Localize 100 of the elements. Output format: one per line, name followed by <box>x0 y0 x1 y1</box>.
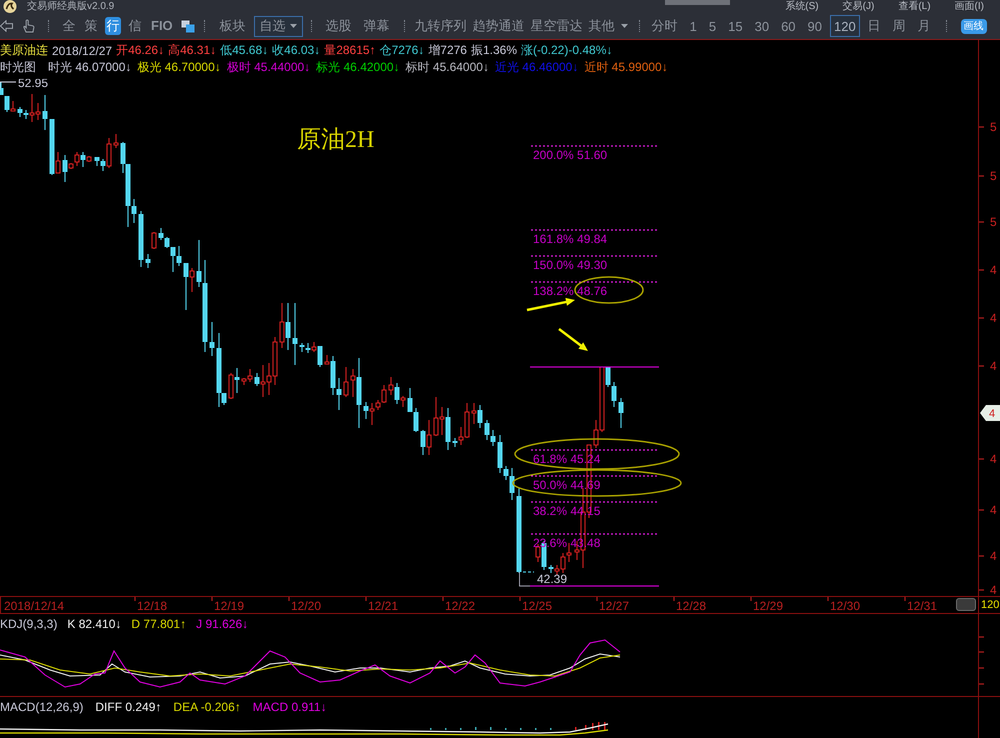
price-axis-label: 4 <box>990 583 997 596</box>
indicator-value: DIFF 0.249↑ <box>95 700 162 714</box>
period-tab[interactable]: 30 <box>750 15 774 37</box>
study-button[interactable]: 九转序列 <box>412 16 470 36</box>
date-axis-label: 12/21 <box>368 599 398 613</box>
date-axis-label: 12/30 <box>830 599 860 613</box>
scroll-thumb[interactable] <box>956 598 976 611</box>
indicator-value: DEA -0.206↑ <box>173 700 241 714</box>
view-tab[interactable]: 策 <box>83 17 99 35</box>
list-dropdown[interactable]: 自选 <box>254 16 303 36</box>
leader-line <box>0 82 16 90</box>
quote-value: 开46.26↓ <box>116 42 164 59</box>
study-value: 近光 46.46000↓ <box>494 59 578 76</box>
study-dropdown[interactable]: 其他 <box>586 16 631 36</box>
date-axis-label: 12/31 <box>907 599 938 613</box>
price-axis-label: 4 <box>990 263 997 277</box>
study-title: 时光图 <box>0 59 36 76</box>
axis-tick <box>750 597 752 602</box>
quote-value: 低45.68↓ <box>220 42 268 59</box>
view-tab[interactable]: 全 <box>61 17 77 35</box>
candlestick <box>114 134 118 148</box>
study-value: 标光 46.42000↓ <box>316 59 400 76</box>
quote-value: 仓7276↓ <box>380 42 424 59</box>
study-button[interactable]: 星空雷达 <box>528 16 586 36</box>
candlestick <box>152 232 156 250</box>
axis-tick <box>134 597 136 602</box>
price-axis-label: 5 <box>990 169 997 183</box>
period-tab[interactable]: 120 <box>830 15 860 37</box>
study-value: 近时 45.99000↓ <box>584 59 668 76</box>
menu-item[interactable]: 查看(L) <box>898 0 931 12</box>
view-tab[interactable]: FIO <box>149 17 175 35</box>
date-axis-label: 12/29 <box>753 599 784 613</box>
date-axis-label: 12/19 <box>214 599 244 613</box>
price-axis-label: 5 <box>990 120 997 134</box>
menu-item[interactable]: 交易(J) <box>842 0 874 12</box>
date-axis-label: 12/20 <box>291 599 322 613</box>
quote-value: 增7276 <box>428 42 467 59</box>
candlestick <box>618 398 624 428</box>
symbol-name: 美原油连 <box>0 42 48 59</box>
ellipse-annotation <box>574 276 644 304</box>
list-button[interactable]: 板块 <box>214 16 252 36</box>
view-tab[interactable]: 信 <box>127 17 143 35</box>
quote-value: 收46.03↓ <box>272 42 320 59</box>
study-value: 极光 46.70000↓ <box>137 59 221 76</box>
back-icon[interactable] <box>0 20 13 32</box>
price-axis-label: 4 <box>990 452 997 466</box>
draw-line-button[interactable]: 画线 <box>960 18 987 34</box>
axis-tick <box>288 597 290 602</box>
menu-item[interactable]: 系统(S) <box>785 0 819 12</box>
low-price-label: 42.39 <box>537 572 568 586</box>
period-tab[interactable]: 分时 <box>648 15 682 37</box>
view-tab[interactable]: 行 <box>105 17 121 35</box>
tool-button[interactable]: 弹幕 <box>358 16 396 36</box>
caret-icon <box>290 24 297 28</box>
indicator-title: MACD(12,26,9) <box>0 700 84 714</box>
indicator-title: KDJ(9,3,3) <box>0 617 58 631</box>
menu-item[interactable]: 画面(I) <box>954 0 984 12</box>
tool-button[interactable]: 选股 <box>320 16 358 36</box>
period-tab[interactable]: 日 <box>864 15 885 37</box>
period-tab[interactable]: 1 <box>686 15 701 37</box>
period-tab[interactable]: 15 <box>724 15 747 37</box>
price-axis-label: 4 <box>990 503 997 517</box>
candlestick <box>344 366 348 398</box>
study-button[interactable]: 趋势通道 <box>470 16 528 36</box>
period-label: 120 <box>981 598 1000 612</box>
fib-level-label: 200.0% 51.60 <box>533 148 608 162</box>
period-tab[interactable]: 月 <box>914 15 935 37</box>
arrow-annotation <box>558 328 588 351</box>
axis-tick <box>979 458 984 460</box>
hand-pointer-icon[interactable] <box>22 19 35 33</box>
period-tab[interactable]: 周 <box>888 15 910 37</box>
quote-value: 高46.31↓ <box>168 42 216 59</box>
arrow-annotation <box>526 298 575 312</box>
layers-icon[interactable] <box>180 20 195 32</box>
window-title: 交易师经典版v2.0.9 <box>27 0 114 12</box>
period-tab[interactable]: 60 <box>777 15 800 37</box>
date-axis-label: 12/27 <box>599 599 630 613</box>
period-tab[interactable]: 5 <box>704 15 720 37</box>
axis-tick <box>979 126 984 128</box>
axis-tick <box>904 597 906 602</box>
axis-tick <box>979 636 984 638</box>
indicator-value: MACD 0.911↓ <box>252 700 327 714</box>
fib-level-label: 150.0% 49.30 <box>533 258 608 272</box>
price-tag: 4 <box>980 405 1000 421</box>
study-value: 时光 46.07000↓ <box>48 59 132 76</box>
candlestick <box>42 94 48 130</box>
price-axis-label: 4 <box>990 359 997 373</box>
candlestick <box>138 210 144 268</box>
axis-tick <box>596 597 598 602</box>
period-tab[interactable]: 90 <box>804 15 826 37</box>
indicator-value: K 82.410↓ <box>67 617 122 631</box>
study-value: 极时 45.44000↓ <box>226 59 310 76</box>
fib-level-label: 161.8% 49.84 <box>533 232 608 246</box>
quote-value: 涨(-0.22)-0.48%↓ <box>521 42 612 59</box>
indicator-value: J 91.626↓ <box>196 617 248 631</box>
fib-level-label: 138.2% 48.76 <box>533 284 608 298</box>
date-axis-label: 12/25 <box>522 599 552 613</box>
quote-value: 振1.36% <box>470 42 517 59</box>
study-value: 标时 45.64000↓ <box>406 59 489 76</box>
candlestick <box>146 254 150 268</box>
